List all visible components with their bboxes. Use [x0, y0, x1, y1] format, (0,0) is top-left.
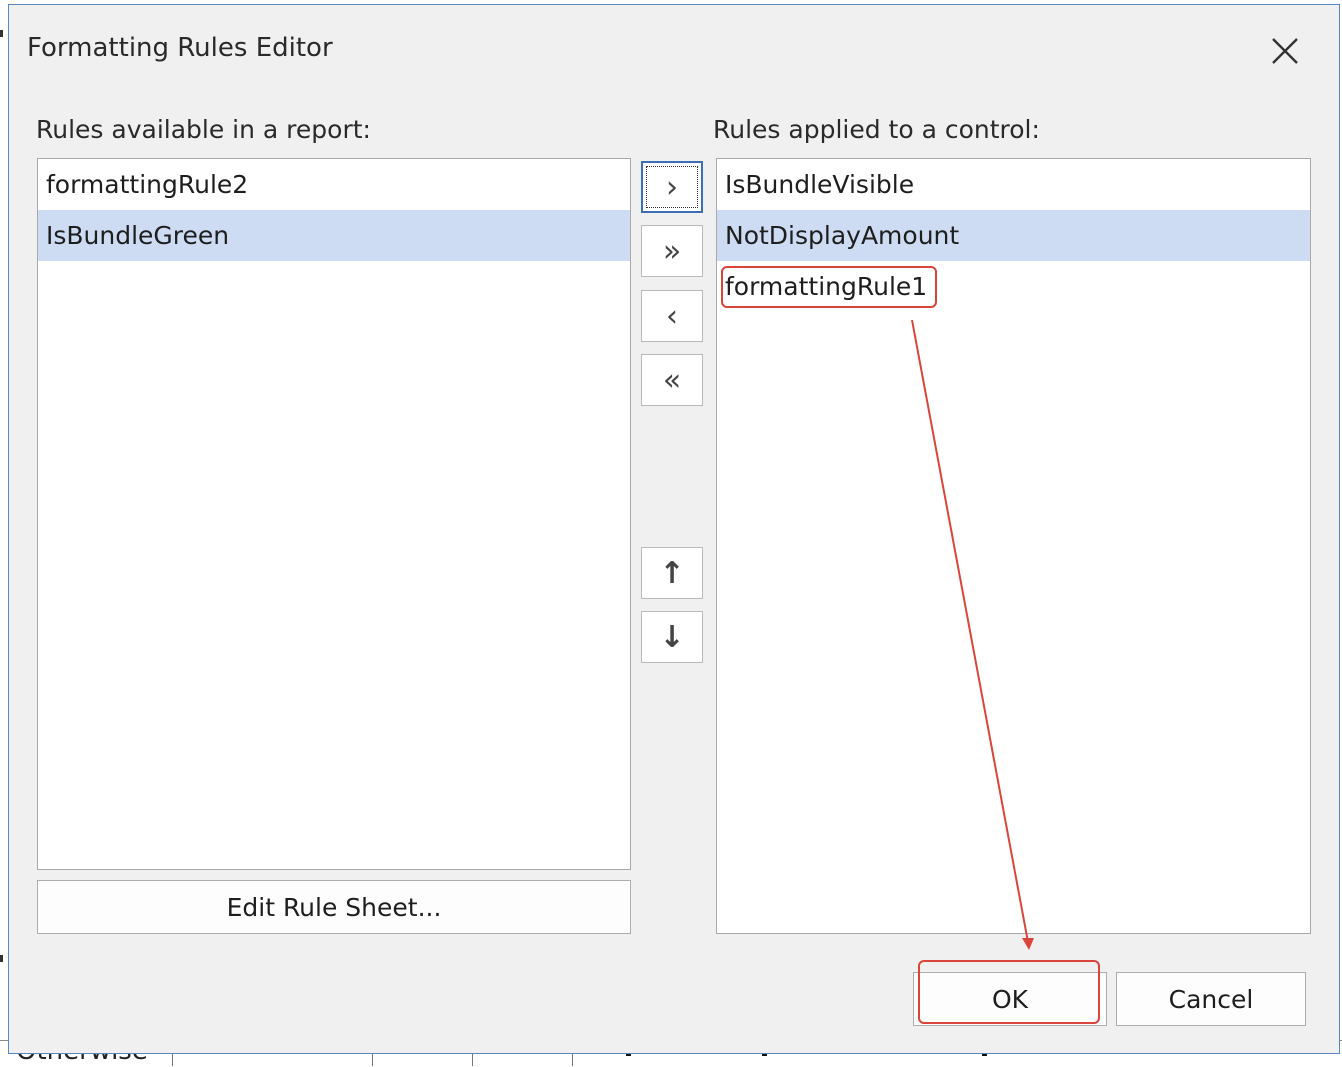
list-item-formattingrule1[interactable]: formattingRule1	[717, 261, 1310, 312]
background-grid-line	[172, 1054, 173, 1066]
available-rules-label: Rules available in a report:	[36, 115, 371, 144]
applied-rules-label: Rules applied to a control:	[713, 115, 1040, 144]
cancel-button[interactable]: Cancel	[1116, 972, 1306, 1026]
list-item-label: formattingRule1	[721, 266, 938, 308]
close-icon	[1272, 38, 1298, 64]
arrow-up-icon: ↑	[659, 555, 685, 591]
chevron-left-icon: ‹	[666, 298, 678, 334]
close-button[interactable]	[1261, 27, 1309, 75]
list-item-formattingrule2[interactable]: formattingRule2	[38, 159, 630, 210]
background-grid-line	[472, 1054, 473, 1066]
add-all-rules-button[interactable]: »	[641, 225, 703, 277]
background-edge-mark	[0, 30, 3, 37]
background-edge-mark	[0, 955, 3, 962]
available-rules-list[interactable]: formattingRule2 IsBundleGreen	[37, 158, 631, 870]
background-grid-line	[572, 1054, 573, 1066]
remove-rule-button[interactable]: ‹	[641, 290, 703, 342]
formatting-rules-dialog: Formatting Rules Editor Rules available …	[8, 4, 1340, 1054]
add-rule-button[interactable]: ›	[641, 161, 703, 213]
list-item-isbundlegreen[interactable]: IsBundleGreen	[38, 210, 630, 261]
applied-rules-list[interactable]: IsBundleVisible NotDisplayAmount formatt…	[716, 158, 1311, 934]
list-item-notdisplayamount[interactable]: NotDisplayAmount	[717, 210, 1310, 261]
chevron-right-icon: ›	[666, 169, 678, 205]
remove-all-rules-button[interactable]: «	[641, 354, 703, 406]
dialog-title: Formatting Rules Editor	[27, 33, 333, 63]
double-chevron-left-icon: «	[662, 362, 682, 398]
edit-rule-sheet-button[interactable]: Edit Rule Sheet...	[37, 880, 631, 934]
move-up-button[interactable]: ↑	[641, 547, 703, 599]
move-down-button[interactable]: ↓	[641, 611, 703, 663]
arrow-down-icon: ↓	[659, 619, 685, 655]
double-chevron-right-icon: »	[662, 233, 682, 269]
ok-button[interactable]: OK	[913, 972, 1107, 1026]
list-item-isbundlevisible[interactable]: IsBundleVisible	[717, 159, 1310, 210]
background-grid-line	[372, 1054, 373, 1066]
